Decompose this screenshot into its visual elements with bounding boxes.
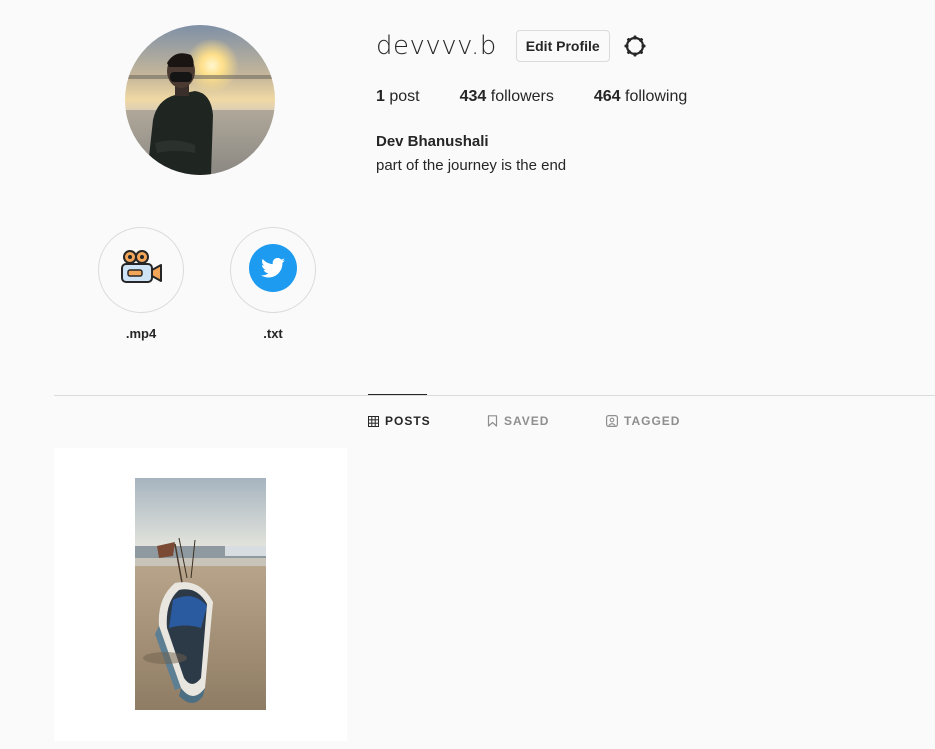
posts-count: 1	[376, 88, 385, 105]
tabs-divider	[54, 395, 935, 396]
gear-icon[interactable]	[622, 33, 648, 59]
bio: part of the journey is the end	[376, 157, 567, 174]
profile-avatar[interactable]	[125, 25, 275, 175]
full-name: Dev Bhanushali	[376, 133, 489, 150]
tab-saved[interactable]: SAVED	[487, 414, 549, 428]
highlight-mp4[interactable]: .mp4	[98, 227, 184, 341]
username-row: devvvv.b Edit Profile	[376, 28, 648, 64]
post-image	[135, 478, 266, 710]
post-tile[interactable]	[54, 448, 347, 741]
active-tab-indicator	[368, 394, 427, 395]
highlight-circle	[230, 227, 316, 313]
highlight-label: .txt	[263, 326, 283, 341]
username: devvvv.b	[376, 31, 497, 61]
video-camera-icon	[118, 248, 164, 293]
profile-stats: 1 post 434 followers 464 following	[376, 88, 727, 106]
tab-tagged[interactable]: TAGGED	[606, 414, 680, 428]
following-count: 464	[593, 88, 621, 105]
twitter-bird-icon	[249, 243, 297, 297]
following-label: following	[620, 88, 688, 105]
highlight-circle	[98, 227, 184, 313]
following-stat[interactable]: 464 following	[594, 88, 687, 106]
tab-posts[interactable]: POSTS	[368, 414, 431, 428]
highlight-label: .mp4	[125, 326, 157, 341]
posts-stat: 1 post	[376, 88, 420, 106]
followers-label: followers	[486, 88, 554, 105]
tab-posts-label: POSTS	[385, 414, 431, 428]
followers-count: 434	[459, 88, 487, 105]
tag-user-icon	[606, 415, 618, 427]
edit-profile-button[interactable]: Edit Profile	[515, 30, 610, 62]
tab-saved-label: SAVED	[504, 414, 550, 428]
grid-icon	[368, 415, 379, 427]
followers-stat[interactable]: 434 followers	[460, 88, 554, 106]
posts-label: post	[384, 88, 420, 105]
bookmark-icon	[487, 415, 498, 427]
tab-tagged-label: TAGGED	[624, 414, 681, 428]
profile-page: devvvv.b Edit Profile 1 post 434 followe…	[0, 0, 935, 749]
highlight-txt[interactable]: .txt	[230, 227, 316, 341]
